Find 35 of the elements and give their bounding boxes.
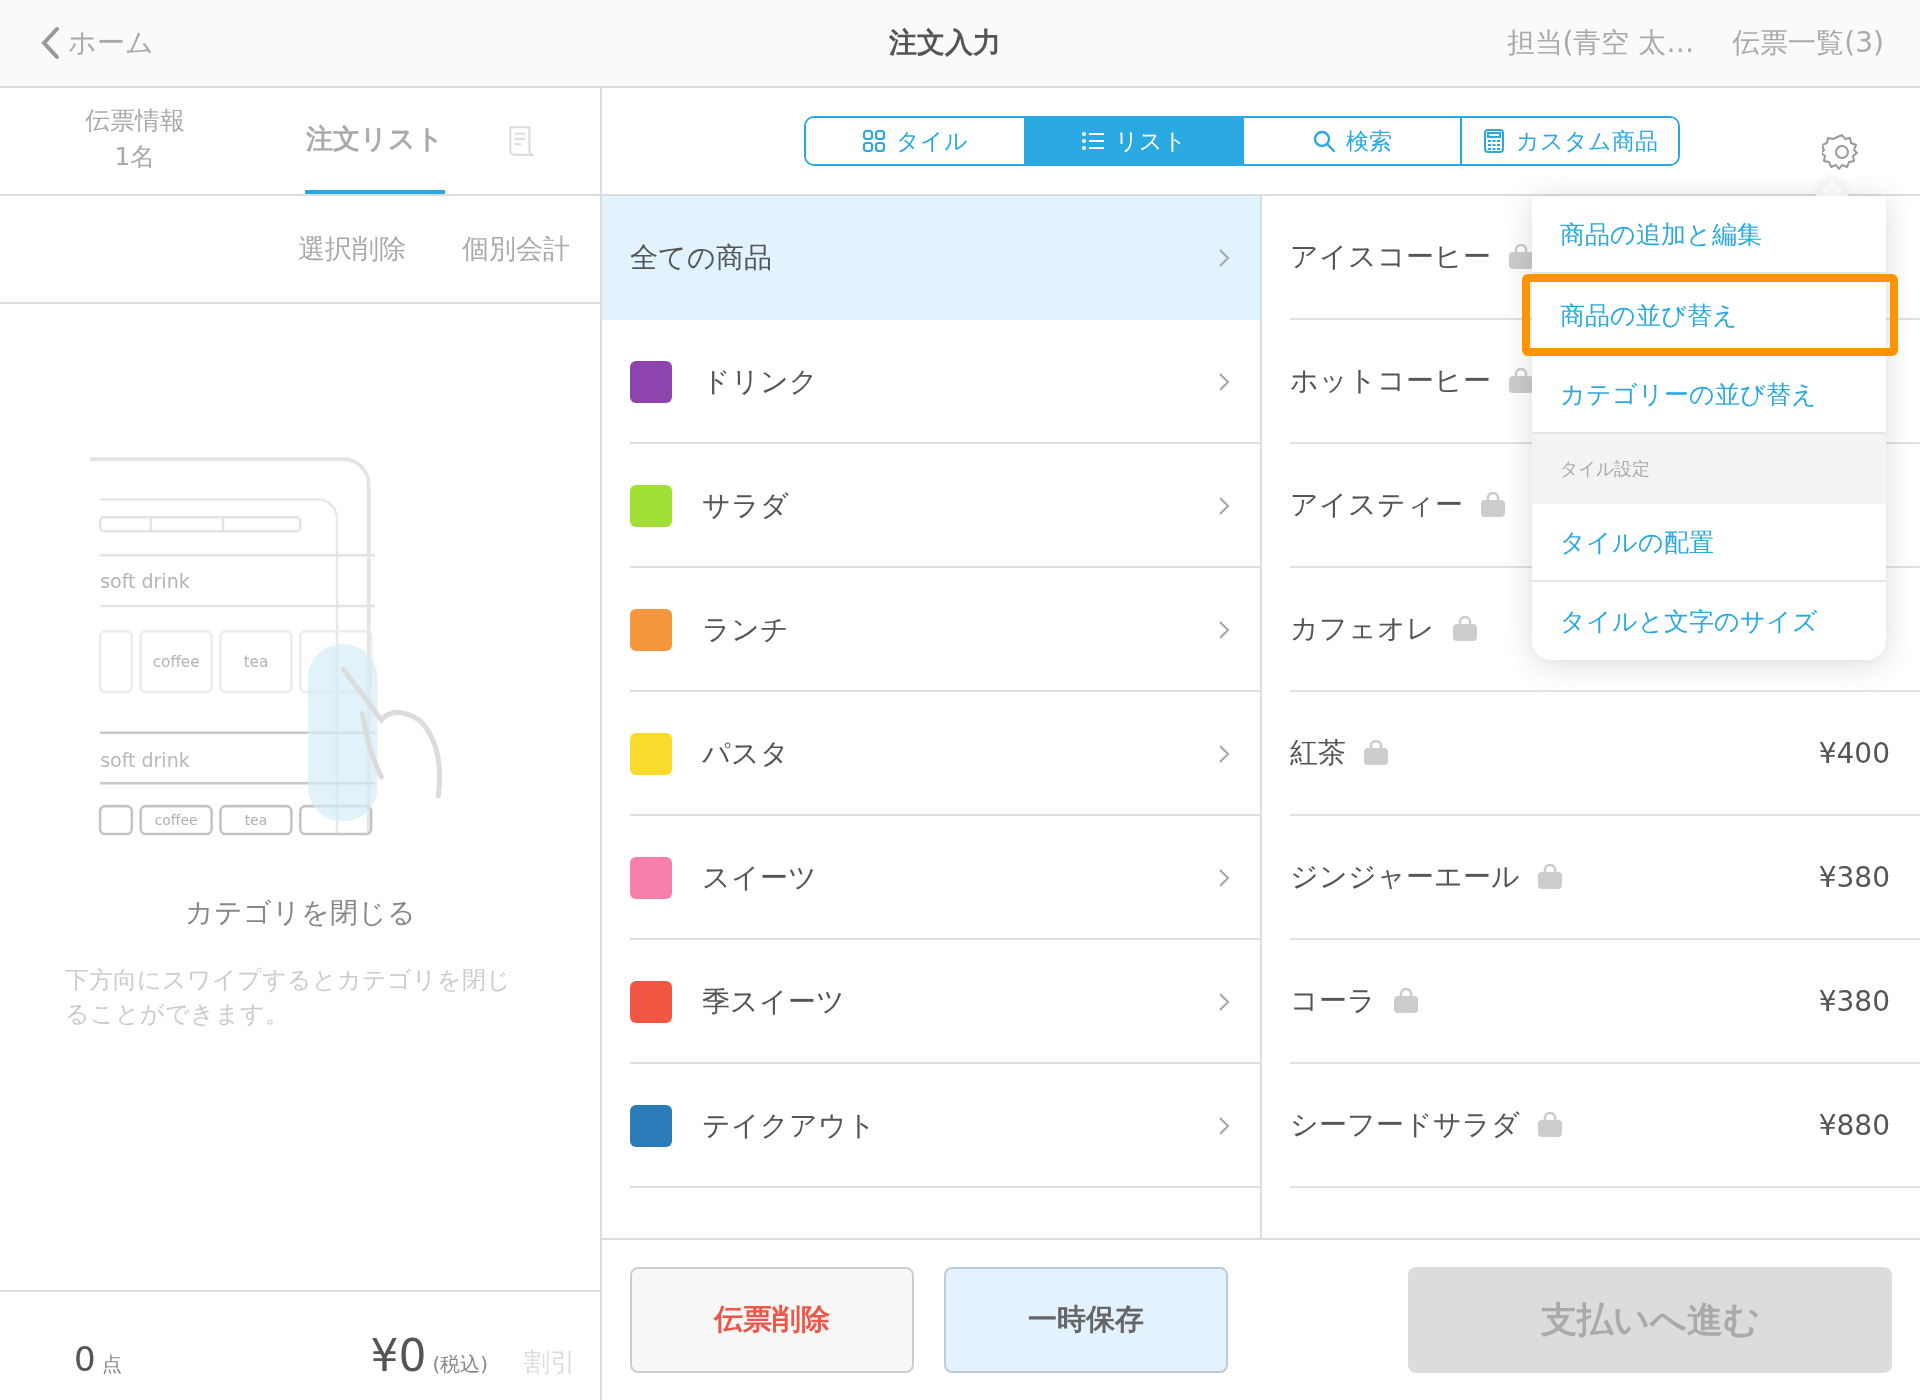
order-tab[interactable]: 注文リスト [305,88,445,194]
menu-item[interactable]: 商品の並び替え [1522,274,1898,356]
action-link[interactable]: 選択削除 [298,231,406,267]
view-tab[interactable]: リスト [1024,118,1242,164]
category-item[interactable]: パスタ [602,692,1260,816]
category-item[interactable]: 季スイーツ [602,940,1260,1064]
product-item[interactable]: シーフードサラダ ¥880 [1290,1064,1920,1188]
category-item[interactable]: サラダ [602,444,1260,568]
hold-button[interactable]: 一時保存 [944,1267,1228,1373]
menu-section-label: タイル設定 [1532,434,1886,504]
product-item[interactable]: 紅茶 ¥400 [1290,692,1920,816]
swipe-illustration-drawing: soft drink coffee tea soft drink coffee tea [90,424,470,864]
category-item[interactable]: ドリンク [602,320,1260,444]
slip-list-link[interactable]: 伝票一覧(3) [1732,24,1884,62]
back-button[interactable]: ホーム [40,24,154,62]
delete-slip-button[interactable]: 伝票削除 [630,1267,914,1373]
menu-item[interactable]: タイルと文字のサイズ [1532,582,1886,660]
order-tab[interactable]: 伝票情報 1名 [60,88,210,194]
tax-label: (税込) [432,1351,488,1378]
product-item[interactable]: コーラ ¥380 [1290,940,1920,1064]
category-item[interactable]: 全ての商品 [602,196,1260,320]
staff-link[interactable]: 担当(青空 太… [1506,24,1695,62]
category-item[interactable]: テイクアウト [602,1064,1260,1188]
count-unit: 点 [101,1351,122,1378]
view-tab[interactable]: カスタム商品 [1460,118,1678,164]
menu-item[interactable]: 商品の追加と編集 [1532,196,1886,274]
action-link[interactable]: 個別会計 [462,231,570,267]
category-item[interactable]: スイーツ [602,816,1260,940]
hint-title: カテゴリを閉じる [184,895,416,931]
category-item[interactable]: ランチ [602,568,1260,692]
product-item[interactable]: ジンジャーエール ¥380 [1290,816,1920,940]
menu-item[interactable]: タイルの配置 [1532,504,1886,582]
total-amount: ¥0 [370,1330,427,1381]
screen-title: 注文入力 [888,25,1003,61]
item-count: 0 [74,1339,96,1379]
